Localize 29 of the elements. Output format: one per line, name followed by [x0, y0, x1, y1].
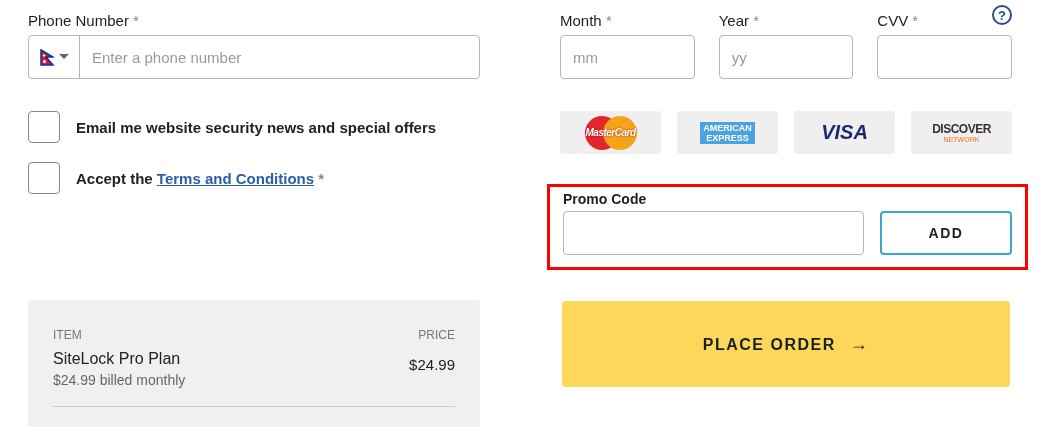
flag-icon — [39, 48, 54, 66]
place-order-button[interactable]: PLACE ORDER → — [562, 301, 1010, 387]
column-header: PRICE — [418, 328, 455, 342]
phone-field[interactable]: Enter a phone number — [28, 35, 480, 79]
field-label: Year * — [718, 11, 759, 31]
checkbox-label: Email me website security news and special offers — [76, 118, 437, 136]
help-icon[interactable]: ? — [992, 5, 1012, 25]
mastercard-logo: MasterCard — [583, 113, 638, 152]
field-label: Phone Number * — [28, 11, 140, 31]
checkbox-label: Accept the Terms and Conditions * — [76, 169, 325, 187]
amex-logo: AMERICAN EXPRESS — [700, 121, 755, 144]
visa-logo: VISA — [821, 121, 868, 144]
promo-code-field[interactable] — [563, 211, 864, 255]
billing-text: $24.99 billed monthly — [53, 372, 186, 388]
field-label: Promo Code — [563, 191, 648, 207]
add-button[interactable]: ADD — [880, 211, 1012, 255]
phone-input[interactable]: Enter a phone number — [80, 36, 479, 78]
text-field[interactable]: mm — [560, 35, 695, 79]
checkbox[interactable] — [28, 162, 60, 194]
field-label: Month * — [560, 11, 612, 31]
field-label: CVV * — [877, 11, 919, 31]
column-header: ITEM — [53, 328, 82, 342]
text-field[interactable] — [877, 35, 1012, 79]
item-name: SiteLock Pro Plan — [53, 350, 182, 368]
text-field[interactable]: yy — [718, 35, 854, 79]
terms-link[interactable]: Terms and Conditions — [156, 169, 315, 187]
caret-icon — [58, 54, 69, 60]
checkbox[interactable] — [28, 111, 60, 143]
item-price: $24.99 — [409, 356, 455, 375]
